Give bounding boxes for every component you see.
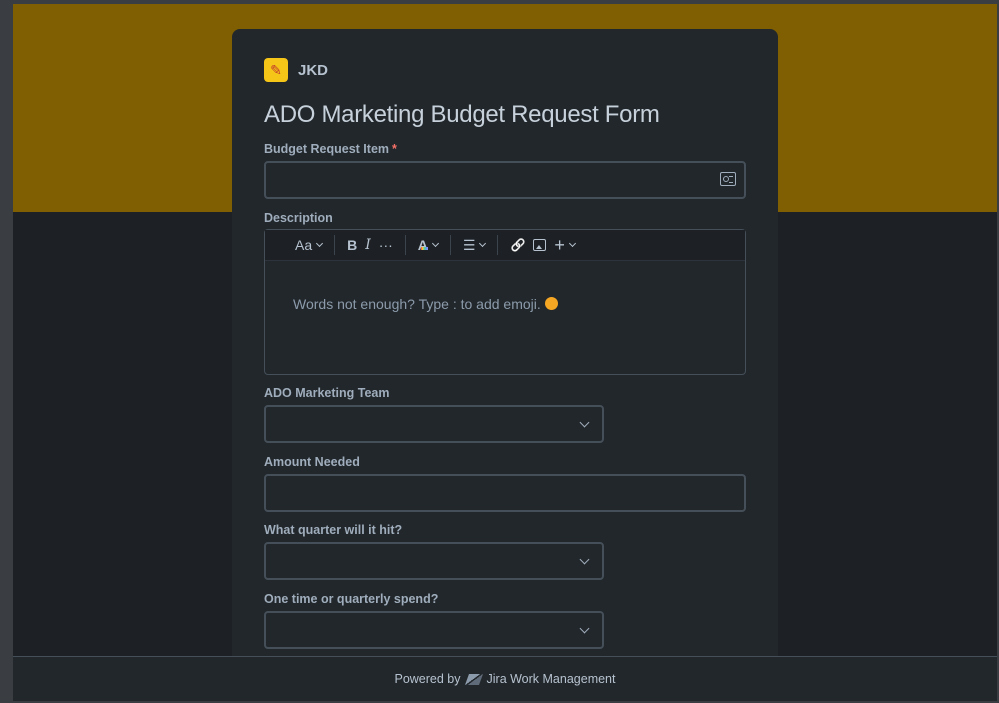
toolbar-divider — [449, 235, 451, 255]
more-formatting-button[interactable]: ··· — [375, 233, 397, 257]
text-style-label: Aa — [295, 237, 313, 253]
description-placeholder: Words not enough? Type : to add emoji. — [293, 296, 558, 312]
description-editor[interactable]: Aa B I ··· A ☰ 🔗 + Words not enough? Typ… — [264, 229, 746, 375]
italic-button[interactable]: I — [361, 233, 375, 257]
required-mark: * — [392, 142, 397, 156]
chevron-down-icon — [579, 417, 590, 428]
bold-button[interactable]: B — [343, 233, 361, 257]
chevron-down-icon — [579, 623, 590, 634]
toolbar-divider — [497, 235, 499, 255]
text-color-button[interactable]: A — [414, 233, 442, 257]
spend-select[interactable] — [264, 611, 604, 649]
budget-item-input[interactable] — [264, 161, 746, 199]
text-color-icon: A — [417, 237, 429, 253]
product-name[interactable]: Jira Work Management — [487, 672, 616, 686]
jira-logo-icon — [464, 673, 483, 685]
bullet-list-icon: ☰ — [462, 236, 476, 253]
spend-label: One time or quarterly spend? — [264, 592, 439, 606]
text-style-button[interactable]: Aa — [291, 233, 326, 257]
link-button[interactable]: 🔗 — [506, 233, 529, 257]
insert-button[interactable]: + — [550, 233, 579, 257]
amount-input[interactable] — [264, 474, 746, 512]
brand: ✎ JKD — [264, 58, 328, 82]
description-label: Description — [264, 211, 333, 225]
chevron-down-icon — [579, 554, 590, 565]
heart-eyes-emoji-icon — [544, 297, 558, 310]
amount-label: Amount Needed — [264, 455, 360, 469]
link-icon: 🔗 — [510, 238, 526, 252]
brand-name: JKD — [298, 61, 329, 79]
powered-by-text: Powered by — [394, 672, 461, 686]
form-card: ✎ JKD ADO Marketing Budget Request Form … — [232, 29, 778, 701]
page-title: ADO Marketing Budget Request Form — [264, 101, 660, 128]
image-button[interactable] — [529, 233, 550, 257]
editor-toolbar: Aa B I ··· A ☰ 🔗 + — [265, 230, 745, 261]
pencil-icon: ✎ — [264, 58, 288, 82]
image-icon — [533, 239, 547, 251]
team-select[interactable] — [264, 405, 604, 443]
chevron-down-icon — [316, 239, 324, 248]
budget-item-label: Budget Request Item * — [264, 142, 397, 156]
budget-item-label-text: Budget Request Item — [264, 142, 390, 156]
chevron-down-icon — [479, 239, 487, 248]
app-frame: ✎ JKD ADO Marketing Budget Request Form … — [13, 4, 997, 701]
footer: Powered by Jira Work Management — [13, 656, 997, 701]
chevron-down-icon — [568, 239, 576, 248]
quarter-select[interactable] — [264, 542, 604, 580]
toolbar-divider — [334, 235, 336, 255]
contact-card-icon[interactable] — [720, 172, 736, 186]
toolbar-divider — [404, 235, 406, 255]
team-label: ADO Marketing Team — [264, 386, 390, 400]
quarter-label: What quarter will it hit? — [264, 523, 403, 537]
plus-icon: + — [554, 234, 565, 255]
chevron-down-icon — [431, 239, 439, 248]
placeholder-text: Words not enough? Type : to add emoji. — [293, 296, 541, 312]
list-button[interactable]: ☰ — [459, 233, 490, 257]
